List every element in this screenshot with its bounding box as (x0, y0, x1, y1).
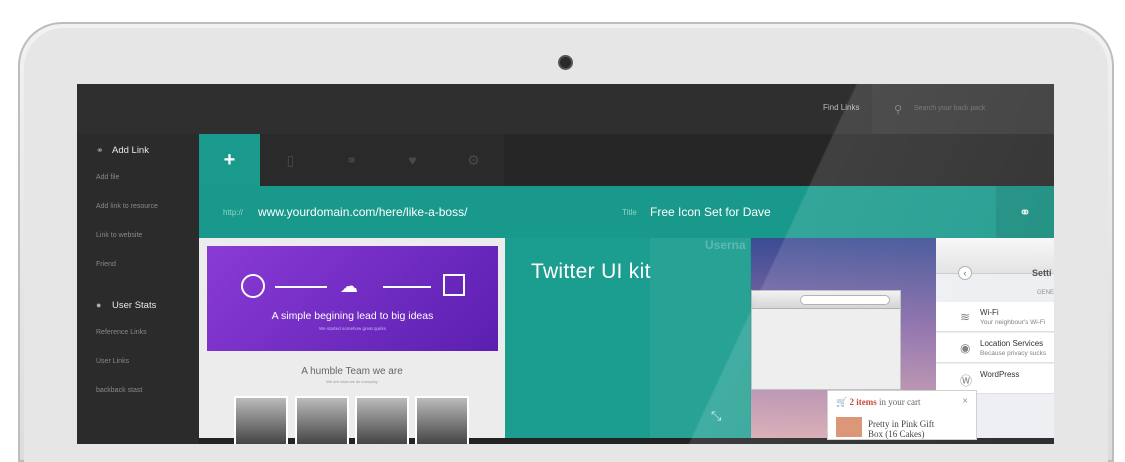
tab-document[interactable]: ▯ (260, 134, 321, 186)
settings-row-location[interactable]: ◉ Location Services Because privacy suck… (936, 333, 1054, 363)
card-title: Twitter UI kit (531, 260, 651, 283)
card-website-preview[interactable]: ☁ A simple begining lead to big ideas We… (199, 238, 505, 444)
tab-settings[interactable]: ⚙ (443, 134, 504, 186)
resource-cards: ☁ A simple begining lead to big ideas We… (199, 238, 1054, 444)
url-label: http:// (223, 208, 244, 217)
sidebar-item-friend[interactable]: Friend (96, 261, 116, 268)
twitter-preview-overlay (650, 238, 750, 438)
sidebar-item-user-links[interactable]: User Links (96, 358, 129, 365)
sidebar-item-link-website[interactable]: Link to website (96, 232, 142, 239)
clock-icon (241, 274, 265, 298)
ghost-username: Userna (705, 238, 746, 252)
link-icon: ⚭ (96, 145, 104, 155)
url-input[interactable]: www.yourdomain.com/here/like-a-boss/ (258, 205, 467, 219)
cart-header: 🛒 2 items in your cart (836, 397, 921, 407)
team-subtitle: We are what we do everyday (326, 379, 378, 384)
tab-link[interactable]: ⚭ (321, 134, 382, 186)
cart-item: Pretty in Pink Gift Box (16 Cakes) (868, 419, 935, 439)
plus-icon: + (223, 148, 236, 171)
camera-icon (560, 57, 571, 68)
document-icon: ▯ (286, 151, 295, 168)
title-label: Title (622, 208, 637, 217)
mac-window-preview (751, 290, 901, 390)
top-bar: Find Links ⚲ Search your back pack (77, 84, 1054, 134)
divider (275, 286, 327, 288)
hero-headline: A simple begining lead to big ideas (271, 310, 434, 322)
collapse-icon[interactable]: ⤡ (711, 408, 721, 424)
link-icon: ⚭ (1019, 203, 1031, 220)
box-icon (443, 274, 465, 296)
settings-section-label: GENE (1036, 290, 1054, 296)
close-icon[interactable]: × (962, 396, 968, 407)
search-field (800, 295, 890, 305)
search-input[interactable]: Search your back pack (914, 105, 985, 112)
settings-title: Setti (1032, 268, 1052, 278)
main-panel: + ▯ ⚭ ♥ ⚙ http:// www.yourdomain.com/her… (199, 134, 1054, 444)
tab-bar: + ▯ ⚭ ♥ ⚙ (199, 134, 1054, 186)
card-twitter-ui-kit[interactable]: Userna Twitter UI kit ⤡ (505, 238, 751, 438)
search-box[interactable]: ⚲ Search your back pack (872, 84, 1054, 134)
user-icon: ● (96, 300, 102, 310)
app-screen: Find Links ⚲ Search your back pack ⚭ Add … (77, 84, 1054, 444)
save-link-button[interactable]: ⚭ (996, 186, 1054, 238)
heart-icon: ♥ (408, 152, 417, 168)
url-bar: http:// www.yourdomain.com/here/like-a-b… (199, 186, 1054, 238)
settings-header: ‹ Setti (936, 238, 1054, 280)
sidebar-heading-user-stats[interactable]: ● User Stats (96, 300, 156, 311)
search-icon: ⚲ (894, 104, 903, 116)
gear-icon: ⚙ (467, 151, 480, 168)
cart-popup[interactable]: 🛒 2 items in your cart × Pretty in Pink … (827, 390, 977, 440)
tab-favorites[interactable]: ♥ (382, 134, 443, 186)
location-icon: ◉ (960, 341, 971, 355)
find-links-link[interactable]: Find Links (823, 103, 859, 112)
settings-row-wifi[interactable]: ≋ Wi-Fi Your neighbour's Wi-Fi (936, 302, 1054, 332)
wordpress-icon: Ⓦ (960, 374, 973, 388)
sidebar-item-add-link-resource[interactable]: Add link to resource (96, 203, 158, 210)
back-icon[interactable]: ‹ (958, 266, 972, 280)
sidebar-item-add-file[interactable]: Add file (96, 174, 119, 181)
product-thumbnail (836, 417, 862, 437)
sidebar-heading-add-link[interactable]: ⚭ Add Link (96, 145, 149, 156)
link-icon: ⚭ (345, 151, 358, 168)
tab-add[interactable]: + (199, 134, 260, 186)
wifi-icon: ≋ (960, 310, 971, 324)
sidebar: ⚭ Add Link Add file Add link to resource … (77, 134, 199, 444)
hero-banner: ☁ A simple begining lead to big ideas We… (207, 246, 498, 351)
window-toolbar (752, 291, 900, 309)
sidebar-item-reference-links[interactable]: Reference Links (96, 329, 147, 336)
team-title: A humble Team we are (301, 366, 403, 377)
title-input[interactable]: Free Icon Set for Dave (650, 205, 771, 219)
cloud-icon: ☁ (340, 276, 358, 296)
sidebar-item-backback-stast[interactable]: backback stast (96, 387, 142, 394)
divider (383, 286, 431, 288)
hero-subtext: We started somehow great quirks (319, 326, 386, 331)
